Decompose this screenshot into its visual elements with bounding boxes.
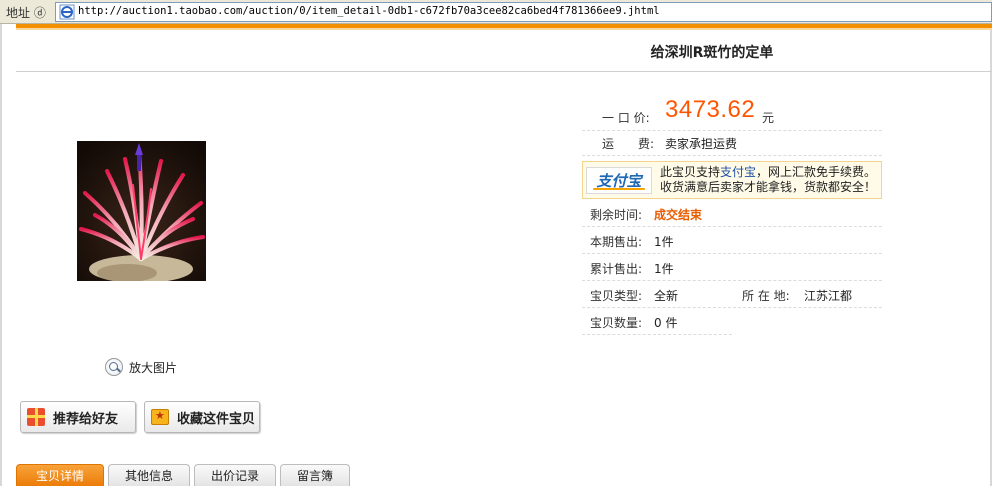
quantity-label: 宝贝数量: [590,316,643,330]
quantity-value: 0 件 [654,316,678,330]
price-unit: 元 [762,111,775,125]
item-type-label: 宝贝类型: [590,289,643,303]
favorite-icon [151,409,169,425]
tab-bid-history[interactable]: 出价记录 [194,464,277,486]
alipay-logo: 支付宝 [586,167,652,194]
remaining-time-row: 剩余时间: 成交结束 [582,200,882,227]
zoom-image-label: 放大图片 [129,360,178,375]
shipping-row: 运 费: 卖家承担运费 [582,129,882,156]
price-value: 3473.62 [665,96,756,123]
favorite-item-button[interactable]: 收藏这件宝贝 [144,401,260,433]
period-sold-row: 本期售出: 1件 [582,227,882,254]
title-divider [16,71,992,72]
location-value: 江苏江都 [804,289,853,303]
alipay-text: 此宝贝支持支付宝，网上汇款免手续费。 收货满意后卖家才能拿钱，货款都安全！ [660,165,876,195]
page-title: 给深圳R斑竹的定单 [650,45,774,61]
recommend-to-friend-button[interactable]: 推荐给好友 [20,401,136,433]
price-row: 一 口 价: 3473.62 元 [582,95,882,131]
alipay-line1-suffix: ，网上汇款免手续费。 [756,165,877,179]
recommend-label: 推荐给好友 [53,411,119,427]
address-url: http://auction1.taobao.com/auction/0/ite… [78,5,660,17]
period-sold-label: 本期售出: [590,235,643,249]
total-sold-value: 1件 [654,262,674,276]
shipping-label: 运 费: [602,137,655,151]
detail-tabs: 宝贝详情 其他信息 出价记录 留言簿 [16,464,351,486]
magnifier-icon [105,358,123,376]
address-input[interactable]: http://auction1.taobao.com/auction/0/ite… [55,2,992,22]
period-sold-value: 1件 [654,235,674,249]
page-frame: 给深圳R斑竹的定单 放大图片 推荐给好友 ★ 收藏这件宝贝 宝贝详情 其他信息 … [0,24,992,486]
item-type-value: 全新 [654,289,679,303]
ie-page-icon [59,4,75,20]
alipay-link[interactable]: 支付宝 [720,165,756,179]
total-sold-label: 累计售出: [590,262,643,276]
address-bar: 地址 ⓓ http://auction1.taobao.com/auction/… [0,0,992,24]
price-label: 一 口 价: [602,111,650,125]
alipay-line2: 收货满意后卖家才能拿钱，货款都安全！ [660,180,877,194]
tab-other-info[interactable]: 其他信息 [108,464,191,486]
item-type-row: 宝贝类型: 全新 所 在 地: 江苏江都 [582,281,882,308]
zoom-image-link[interactable]: 放大图片 [105,358,177,376]
plant-illustration [77,141,206,281]
alipay-banner: 支付宝 此宝贝支持支付宝，网上汇款免手续费。 收货满意后卖家才能拿钱，货款都安全… [582,161,882,199]
tab-item-details[interactable]: 宝贝详情 [16,464,104,486]
gift-icon [27,408,45,426]
shipping-value: 卖家承担运费 [665,137,738,151]
alipay-line1-prefix: 此宝贝支持 [660,165,721,179]
remaining-time-label: 剩余时间: [590,208,643,222]
product-image[interactable] [77,141,206,281]
remaining-time-value: 成交结束 [654,208,703,222]
favorite-label: 收藏这件宝贝 [177,411,256,427]
header-accent-subbar [16,28,992,30]
address-label: 地址 ⓓ [6,6,46,20]
location-label: 所 在 地: [742,289,790,303]
total-sold-row: 累计售出: 1件 [582,254,882,281]
quantity-row: 宝贝数量: 0 件 [582,308,732,335]
tab-guestbook[interactable]: 留言簿 [280,464,351,486]
